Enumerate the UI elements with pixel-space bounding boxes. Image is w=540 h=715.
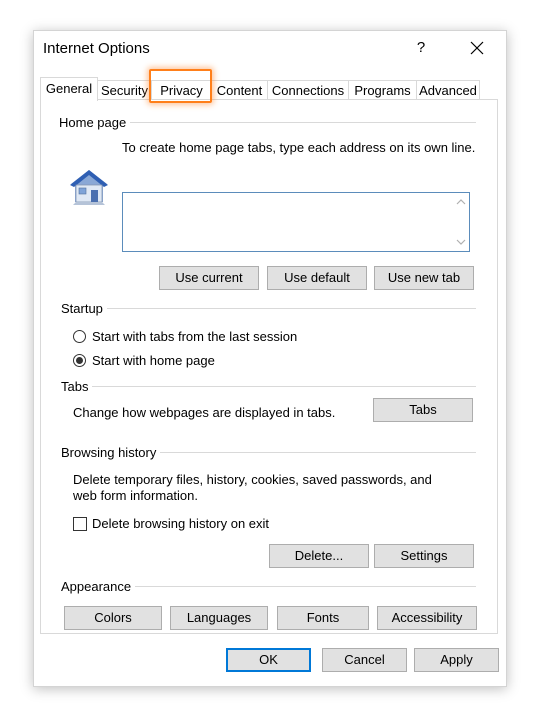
radio-last-session-label: Start with tabs from the last session bbox=[92, 329, 298, 344]
tabs-button[interactable]: Tabs bbox=[373, 398, 473, 422]
startup-group-title: Startup bbox=[61, 301, 107, 316]
browsing-history-group-title: Browsing history bbox=[61, 445, 161, 460]
delete-history-on-exit-checkbox[interactable] bbox=[73, 517, 87, 531]
cancel-button[interactable]: Cancel bbox=[322, 648, 407, 672]
home-page-group-title: Home page bbox=[59, 115, 131, 130]
tab-advanced[interactable]: Advanced bbox=[416, 80, 480, 100]
delete-history-on-exit-label: Delete browsing history on exit bbox=[92, 516, 270, 531]
radio-home-page[interactable] bbox=[73, 354, 86, 367]
scroll-up-arrow-icon[interactable] bbox=[456, 197, 466, 207]
use-current-button[interactable]: Use current bbox=[159, 266, 259, 290]
languages-button[interactable]: Languages bbox=[170, 606, 268, 630]
scroll-down-arrow-icon[interactable] bbox=[456, 237, 466, 247]
radio-home-page-label: Start with home page bbox=[92, 353, 215, 368]
tab-privacy[interactable]: Privacy bbox=[151, 80, 212, 100]
tab-programs[interactable]: Programs bbox=[348, 80, 417, 100]
radio-last-session[interactable] bbox=[73, 330, 86, 343]
tab-connections[interactable]: Connections bbox=[267, 80, 349, 100]
settings-button[interactable]: Settings bbox=[374, 544, 474, 568]
appearance-group-title: Appearance bbox=[61, 579, 136, 594]
home-page-address-field[interactable] bbox=[122, 192, 470, 252]
help-button[interactable]: ? bbox=[411, 37, 431, 59]
accessibility-button[interactable]: Accessibility bbox=[377, 606, 477, 630]
home-page-house-icon bbox=[70, 170, 108, 205]
home-page-description: To create home page tabs, type each addr… bbox=[122, 140, 476, 155]
ok-button[interactable]: OK bbox=[226, 648, 311, 672]
radio-selected-dot bbox=[76, 357, 83, 364]
close-button[interactable] bbox=[464, 35, 490, 61]
tab-security[interactable]: Security bbox=[97, 80, 152, 100]
tab-general[interactable]: General bbox=[40, 77, 98, 101]
internet-options-dialog: Internet Options ? General Security Priv… bbox=[33, 30, 507, 687]
close-icon bbox=[470, 41, 484, 55]
delete-button[interactable]: Delete... bbox=[269, 544, 369, 568]
tab-content[interactable]: Content bbox=[211, 80, 268, 100]
window-title: Internet Options bbox=[43, 40, 150, 57]
browsing-history-description-line1: Delete temporary files, history, cookies… bbox=[73, 472, 432, 487]
general-tab-panel: Home page To create home page tabs, type… bbox=[40, 99, 498, 634]
colors-button[interactable]: Colors bbox=[64, 606, 162, 630]
use-new-tab-button[interactable]: Use new tab bbox=[374, 266, 474, 290]
apply-button[interactable]: Apply bbox=[414, 648, 499, 672]
tabs-group-title: Tabs bbox=[61, 379, 93, 394]
browsing-history-description-line2: web form information. bbox=[73, 488, 198, 503]
fonts-button[interactable]: Fonts bbox=[277, 606, 369, 630]
tabs-description: Change how webpages are displayed in tab… bbox=[73, 405, 336, 420]
tabs-divider bbox=[61, 386, 476, 387]
startup-divider bbox=[61, 308, 476, 309]
use-default-button[interactable]: Use default bbox=[267, 266, 367, 290]
